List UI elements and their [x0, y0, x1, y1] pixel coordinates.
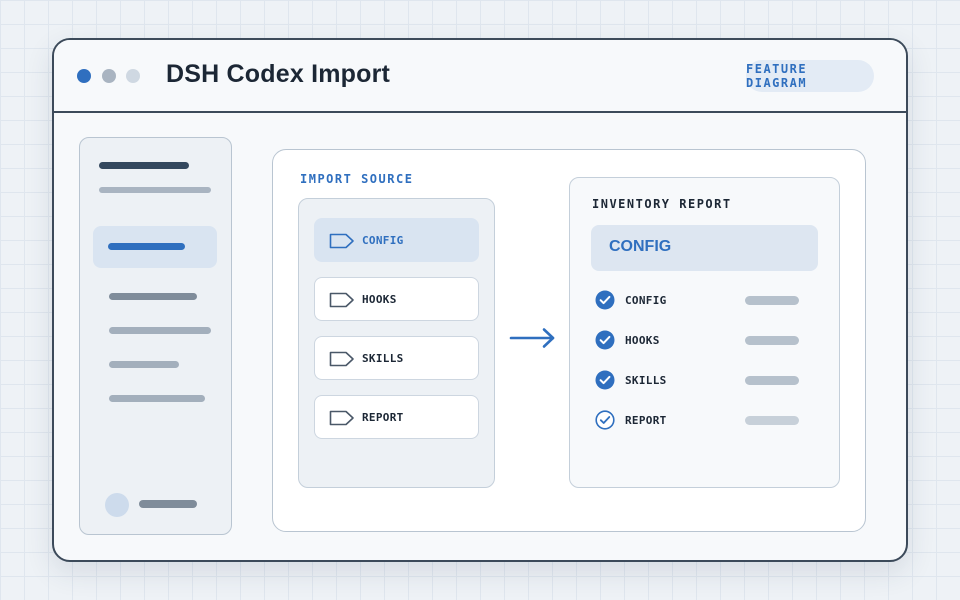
report-row-value-placeholder: [745, 416, 799, 425]
tag-icon: [329, 351, 354, 367]
sidebar: [79, 137, 232, 535]
window-dot-gray[interactable]: [102, 69, 116, 83]
sidebar-item-placeholder[interactable]: [109, 395, 205, 402]
sidebar-item-placeholder[interactable]: [109, 327, 211, 334]
tag-icon: [329, 410, 354, 426]
source-item-label: HOOKS: [362, 293, 397, 306]
report-row-value-placeholder: [745, 336, 799, 345]
report-row-label: REPORT: [625, 414, 667, 427]
source-item-label: CONFIG: [362, 234, 404, 247]
report-banner: CONFIG: [591, 225, 818, 271]
sidebar-item-placeholder[interactable]: [109, 361, 179, 368]
sidebar-item-selected[interactable]: [93, 226, 217, 268]
sidebar-item-placeholder[interactable]: [109, 293, 197, 300]
inventory-report-panel: INVENTORY REPORT CONFIG CONFIG HOOKS SKI…: [569, 177, 840, 488]
check-circle-filled-icon: [595, 330, 615, 350]
title-bar: DSH Codex Import FEATURE DIAGRAM: [54, 40, 906, 113]
window-title: DSH Codex Import: [166, 60, 391, 88]
import-source-label: IMPORT SOURCE: [300, 172, 414, 186]
source-item-config[interactable]: CONFIG: [314, 218, 479, 262]
app-window: DSH Codex Import FEATURE DIAGRAM IMPORT …: [52, 38, 908, 562]
check-circle-filled-icon: [595, 290, 615, 310]
user-name-placeholder: [139, 500, 197, 508]
report-row-config[interactable]: CONFIG: [595, 290, 805, 312]
window-dot-light[interactable]: [126, 69, 140, 83]
avatar[interactable]: [105, 493, 129, 517]
sidebar-item-selected-placeholder: [108, 243, 185, 250]
report-banner-text: CONFIG: [609, 238, 672, 255]
source-item-hooks[interactable]: HOOKS: [314, 277, 479, 321]
check-circle-outline-icon: [595, 410, 615, 430]
report-row-skills[interactable]: SKILLS: [595, 370, 805, 392]
source-item-label: REPORT: [362, 411, 404, 424]
report-row-value-placeholder: [745, 376, 799, 385]
source-item-label: SKILLS: [362, 352, 404, 365]
report-row-value-placeholder: [745, 296, 799, 305]
report-row-label: HOOKS: [625, 334, 660, 347]
source-item-skills[interactable]: SKILLS: [314, 336, 479, 380]
feature-diagram-badge: FEATURE DIAGRAM: [746, 60, 874, 92]
feature-diagram-card: IMPORT SOURCE CONFIG HOOKS SKILLS REPORT…: [272, 149, 866, 532]
report-row-hooks[interactable]: HOOKS: [595, 330, 805, 352]
report-row-label: SKILLS: [625, 374, 667, 387]
import-source-panel: CONFIG HOOKS SKILLS REPORT: [298, 198, 495, 488]
sidebar-subheading-placeholder: [99, 187, 211, 193]
source-item-report[interactable]: REPORT: [314, 395, 479, 439]
sidebar-heading-placeholder: [99, 162, 189, 169]
tag-icon: [329, 292, 354, 308]
report-row-report[interactable]: REPORT: [595, 410, 805, 432]
report-row-label: CONFIG: [625, 294, 667, 307]
window-dot-blue[interactable]: [77, 69, 91, 83]
check-circle-filled-icon: [595, 370, 615, 390]
arrow-right-icon: [509, 328, 555, 348]
tag-icon: [329, 233, 354, 249]
inventory-report-label: INVENTORY REPORT: [592, 197, 732, 211]
